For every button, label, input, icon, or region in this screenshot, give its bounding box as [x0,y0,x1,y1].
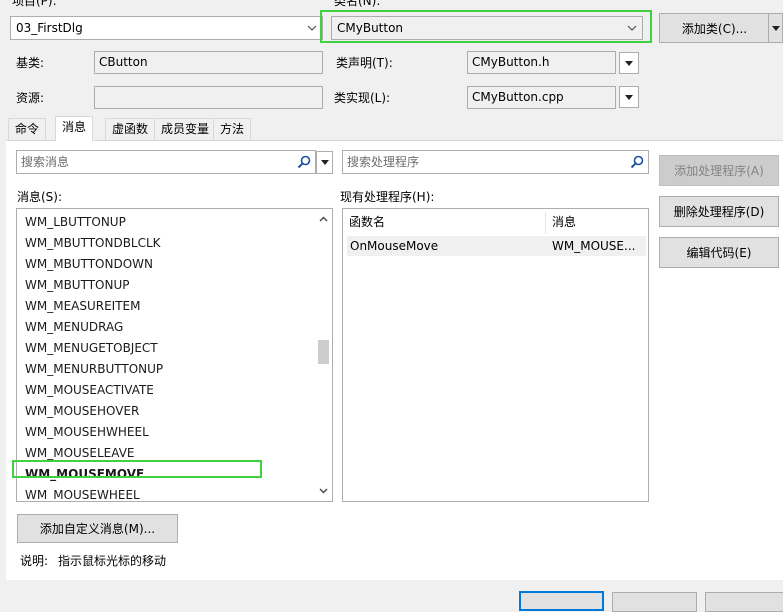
class-impl-dropdown[interactable] [619,86,639,108]
scroll-up-icon[interactable] [319,216,328,222]
list-item[interactable]: WM_MOUSELEAVE [25,445,135,461]
scroll-down-icon[interactable] [319,488,328,494]
list-item[interactable]: WM_MOUSEHWHEEL [25,424,149,440]
class-name-label: 类名(N): [334,0,381,8]
project-label: 项目(P): [12,0,57,8]
class-name-highlight [320,10,652,43]
resource-label: 资源: [16,91,45,105]
list-item[interactable]: WM_LBUTTONUP [25,214,126,230]
search-icon[interactable] [297,155,311,169]
handler-search-placeholder: 搜索处理程序 [347,155,420,169]
column-header-function[interactable]: 函数名 [349,211,385,233]
add-custom-message-button[interactable]: 添加自定义消息(M)... [17,514,178,543]
handlers-list-label: 现有处理程序(H): [340,190,435,204]
apply-button[interactable] [705,592,783,612]
list-item[interactable]: WM_MENUDRAG [25,319,123,335]
list-item[interactable]: WM_MENUGETOBJECT [25,340,158,356]
message-filter-dropdown[interactable] [316,151,333,174]
column-header-message[interactable]: 消息 [552,211,576,233]
add-class-label: 添加类(C)... [681,21,748,36]
messages-list-label: 消息(S): [17,190,63,204]
tab-virtual-functions[interactable]: 虚函数 [105,118,156,140]
dropdown-arrow-icon [320,160,329,165]
dropdown-arrow-icon [625,60,633,66]
list-item[interactable]: WM_MBUTTONDBLCLK [25,235,161,251]
search-icon[interactable] [630,155,644,169]
class-decl-label: 类声明(T): [336,56,393,70]
list-item[interactable]: WM_MENURBUTTONUP [25,361,163,377]
table-cell-message: WM_MOUSE... [552,239,636,253]
base-class-field: CButton [94,51,323,74]
tab-member-variables[interactable]: 成员变量 [154,118,217,140]
class-decl-field[interactable]: CMyButton.h [467,51,616,74]
class-impl-field[interactable]: CMyButton.cpp [467,86,616,109]
base-class-label: 基类: [16,56,45,70]
add-class-button[interactable]: 添加类(C)... [659,13,769,43]
tab-methods[interactable]: 方法 [213,118,252,140]
description-label: 说明: [20,554,49,568]
message-search-input[interactable]: 搜索消息 [16,150,316,174]
list-item[interactable]: WM_MOUSEACTIVATE [25,382,154,398]
table-row[interactable]: OnMouseMove WM_MOUSE... [347,236,646,256]
message-search-placeholder: 搜索消息 [21,155,70,169]
column-divider [545,212,546,234]
project-value: 03_FirstDlg [16,21,83,35]
project-combo[interactable]: 03_FirstDlg [10,16,323,40]
add-handler-button[interactable]: 添加处理程序(A) [659,155,779,186]
dropdown-arrow-icon [771,25,780,31]
scroll-thumb[interactable] [318,340,329,364]
cancel-button[interactable] [612,592,697,612]
table-cell-function: OnMouseMove [350,239,439,253]
resource-field [94,86,323,109]
list-item[interactable]: WM_MEASUREITEM [25,298,141,314]
messages-scrollbar[interactable] [315,209,332,501]
chevron-down-icon [302,17,322,39]
edit-code-button[interactable]: 编辑代码(E) [659,237,779,268]
description-text: 指示鼠标光标的移动 [58,554,167,568]
add-class-dropdown[interactable] [768,13,783,43]
class-impl-label: 类实现(L): [334,91,391,105]
list-item[interactable]: WM_MBUTTONUP [25,277,129,293]
messages-listbox[interactable]: WM_LBUTTONUP WM_MBUTTONDBLCLK WM_MBUTTON… [16,208,333,502]
handlers-listview[interactable]: 函数名 消息 OnMouseMove WM_MOUSE... [342,208,649,502]
list-item[interactable]: WM_MOUSEWHEEL [25,487,140,501]
tab-messages[interactable]: 消息 [55,116,94,141]
dropdown-arrow-icon [625,94,633,100]
class-decl-dropdown[interactable] [619,52,639,74]
list-item[interactable]: WM_MOUSEHOVER [25,403,139,419]
ok-button[interactable] [519,591,604,611]
tab-commands[interactable]: 命令 [8,118,47,140]
list-item[interactable]: WM_MBUTTONDOWN [25,256,153,272]
handler-search-input[interactable]: 搜索处理程序 [342,150,649,174]
selected-message-highlight [12,460,262,478]
delete-handler-button[interactable]: 删除处理程序(D) [659,196,779,227]
